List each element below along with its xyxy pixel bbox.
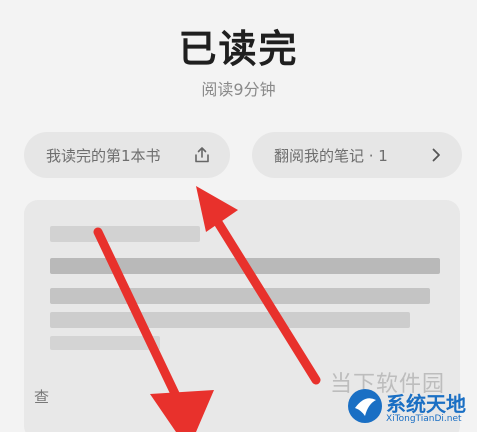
arrow-down-icon [93, 227, 214, 432]
logo-url: XiTongTianDi.net [386, 414, 462, 424]
logo-emblem-icon [348, 389, 382, 423]
arrow-up-icon [196, 186, 321, 385]
watermark-logo: 系统天地 XiTongTianDi.net [346, 386, 472, 430]
logo-name: 系统天地 [386, 392, 466, 416]
